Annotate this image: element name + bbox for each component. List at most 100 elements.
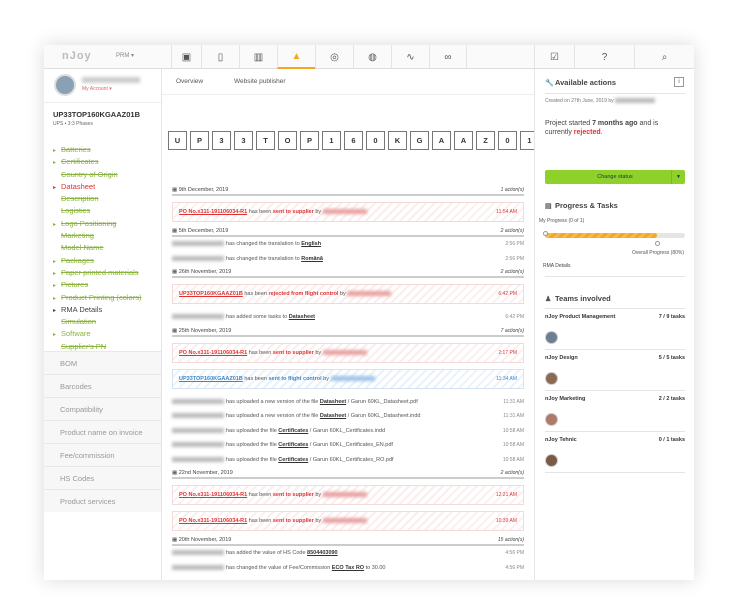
code-char-box: P xyxy=(300,131,319,150)
my-account-link[interactable]: My Account ▾ xyxy=(82,86,112,92)
feed-row: has changed the translation to Română 2:5… xyxy=(172,252,524,267)
po-link[interactable]: PO No.x311-191106034-R1 xyxy=(179,492,247,498)
avatar[interactable] xyxy=(545,454,558,467)
change-status-button[interactable]: Change status ▼ xyxy=(545,170,685,184)
chevron-right-icon: ▸ xyxy=(53,332,57,339)
menu-item-description[interactable]: Description xyxy=(53,193,141,205)
wrench-icon: 🔧 xyxy=(545,80,554,87)
feed-row: has uploaded the file Certificates / Gar… xyxy=(172,424,524,439)
feed-row: has uploaded a new version of the file D… xyxy=(172,409,524,424)
menu-item-rma-details[interactable]: ▸ RMA Details xyxy=(53,304,141,316)
main-content: Overview Website publisher UP33TOP160KGA… xyxy=(162,69,561,580)
code-char-box: P xyxy=(190,131,209,150)
product-title: UP33TOP160KGAAZ01B xyxy=(53,110,140,119)
divider xyxy=(545,93,685,94)
menu-item-label: Model Name xyxy=(61,243,104,253)
pulse-icon[interactable]: ∿ xyxy=(391,45,429,69)
menu-item-simulation[interactable]: Simulation xyxy=(53,316,141,328)
tab-overview[interactable]: Overview xyxy=(176,78,203,85)
group-item-fee-commission[interactable]: Fee/commission xyxy=(44,443,161,466)
product-link[interactable]: UP33TOP160KGAAZ01B xyxy=(179,376,243,382)
code-char-box: T xyxy=(256,131,275,150)
my-progress-label: My Progress (0 of 1) xyxy=(539,218,585,224)
prm-selector[interactable]: PRM ▾ xyxy=(116,52,134,59)
menu-item-batteries[interactable]: ▸ Batteries xyxy=(53,144,141,156)
group-item-product-name-on-invoice[interactable]: Product name on invoice xyxy=(44,420,161,443)
rma-details-label[interactable]: RMA Details xyxy=(543,263,571,269)
overall-progress-marker xyxy=(655,241,660,246)
menu-item-label: Country of Origin xyxy=(61,169,118,179)
app-window: nJoy PRM ▾ ▣ ▯ ▥ ▲ ◎ ◍ ∿ ∞ ☑ ? ⌕ My Acco… xyxy=(44,45,694,580)
menu-item-label: Marketing xyxy=(61,231,94,241)
flame-icon[interactable]: ▲ xyxy=(277,45,315,69)
tab-website-publisher[interactable]: Website publisher xyxy=(234,78,286,85)
translation-link[interactable]: Română xyxy=(301,256,323,262)
feed-row: has added the value of HS Code 850440309… xyxy=(172,546,524,561)
help-icon[interactable]: ? xyxy=(574,45,634,69)
group-item-compatibility[interactable]: Compatibility xyxy=(44,397,161,420)
infinity-icon[interactable]: ∞ xyxy=(429,45,467,69)
code-char-box: A xyxy=(432,131,451,150)
date-header: ▦ 22nd November, 2019 2 action(s) xyxy=(172,470,524,479)
menu-item-model-name[interactable]: Model Name xyxy=(53,242,141,254)
menu-item-label: Simulation xyxy=(61,317,97,327)
group-item-barcodes[interactable]: Barcodes xyxy=(44,374,161,397)
podcast-icon[interactable]: ◎ xyxy=(315,45,353,69)
po-link[interactable]: PO No.x311-191106034-R1 xyxy=(179,209,247,215)
menu-item-certificates[interactable]: ▸ Certificates xyxy=(53,156,141,168)
avatar[interactable] xyxy=(545,372,558,385)
feed-event: PO No.x311-191106034-R1 has been sent to… xyxy=(172,202,524,222)
menu-item-software[interactable]: ▸ Software xyxy=(53,328,141,340)
fee-link[interactable]: ECO Tax RO xyxy=(332,565,364,571)
menu-item-paper-printed-materials[interactable]: ▸ Paper printed materials xyxy=(53,267,141,279)
feed-event: PO No.x311-191106034-R1 has been sent to… xyxy=(172,485,524,505)
file-link[interactable]: Certificates xyxy=(278,428,308,434)
hs-code-link[interactable]: 8504403090 xyxy=(307,550,338,556)
code-char-box: U xyxy=(168,131,187,150)
menu-item-label: Logo Positioning xyxy=(61,218,117,228)
team-row: nJoy Product Management 7 / 9 tasks xyxy=(545,314,685,320)
phone-icon[interactable]: ▯ xyxy=(201,45,239,69)
file-link[interactable]: Certificates xyxy=(278,442,308,448)
avatar[interactable] xyxy=(54,74,76,96)
divider xyxy=(545,431,685,432)
menu-item-packages[interactable]: ▸ Packages xyxy=(53,255,141,267)
avatar[interactable] xyxy=(545,413,558,426)
menu-item-marketing[interactable]: Marketing xyxy=(53,230,141,242)
menu-item-product-printing-colors-[interactable]: ▸ Product Printing (colors) xyxy=(53,292,141,304)
product-link[interactable]: UP33TOP160KGAAZ01B xyxy=(179,291,243,297)
menu-item-logo-positioning[interactable]: ▸ Logo Positioning xyxy=(53,218,141,230)
chevron-down-icon[interactable]: ▼ xyxy=(671,170,685,184)
user-name-blurred xyxy=(82,77,140,83)
code-char-box: O xyxy=(278,131,297,150)
chevron-right-icon: ▸ xyxy=(53,160,57,167)
search-icon[interactable]: ⌕ xyxy=(634,45,694,69)
po-link[interactable]: PO No.x311-191106034-R1 xyxy=(179,518,247,524)
box-icon[interactable]: ▣ xyxy=(171,45,201,69)
feed-row: has changed the translation to English 2:… xyxy=(172,237,524,252)
group-item-bom[interactable]: BOM xyxy=(44,351,161,374)
date-header: ▦ 25th November, 2019 7 action(s) xyxy=(172,328,524,337)
po-link[interactable]: PO No.x311-191106034-R1 xyxy=(179,350,247,356)
avatar[interactable] xyxy=(545,331,558,344)
file-link[interactable]: Datasheet xyxy=(320,413,346,419)
books-icon[interactable]: ▥ xyxy=(239,45,277,69)
group-item-product-services[interactable]: Product services xyxy=(44,489,161,512)
njoy-logo[interactable]: nJoy xyxy=(62,50,92,62)
datasheet-link[interactable]: Datasheet xyxy=(289,314,315,320)
translation-link[interactable]: English xyxy=(301,241,321,247)
checklist-icon[interactable]: ☑ xyxy=(534,45,574,69)
menu-item-pictures[interactable]: ▸ Pictures xyxy=(53,279,141,291)
progress-heading: ▤ Progress & Tasks xyxy=(545,201,618,210)
file-link[interactable]: Datasheet xyxy=(320,399,346,405)
menu-item-datasheet[interactable]: ▸ Datasheet xyxy=(53,181,141,193)
globe-icon[interactable]: ◍ xyxy=(353,45,391,69)
menu-item-label: Pictures xyxy=(61,280,89,290)
menu-item-country-of-origin[interactable]: Country of Origin xyxy=(53,169,141,181)
group-item-hs-codes[interactable]: HS Codes xyxy=(44,466,161,489)
menu-item-logistics[interactable]: Logistics xyxy=(53,205,141,217)
right-panel: 🔧Available actions i Created on 27th Jun… xyxy=(534,69,694,580)
file-link[interactable]: Certificates xyxy=(278,457,308,463)
info-icon[interactable]: i xyxy=(674,77,684,87)
feed-event: UP33TOP160KGAAZ01B has been rejected fro… xyxy=(172,284,524,304)
